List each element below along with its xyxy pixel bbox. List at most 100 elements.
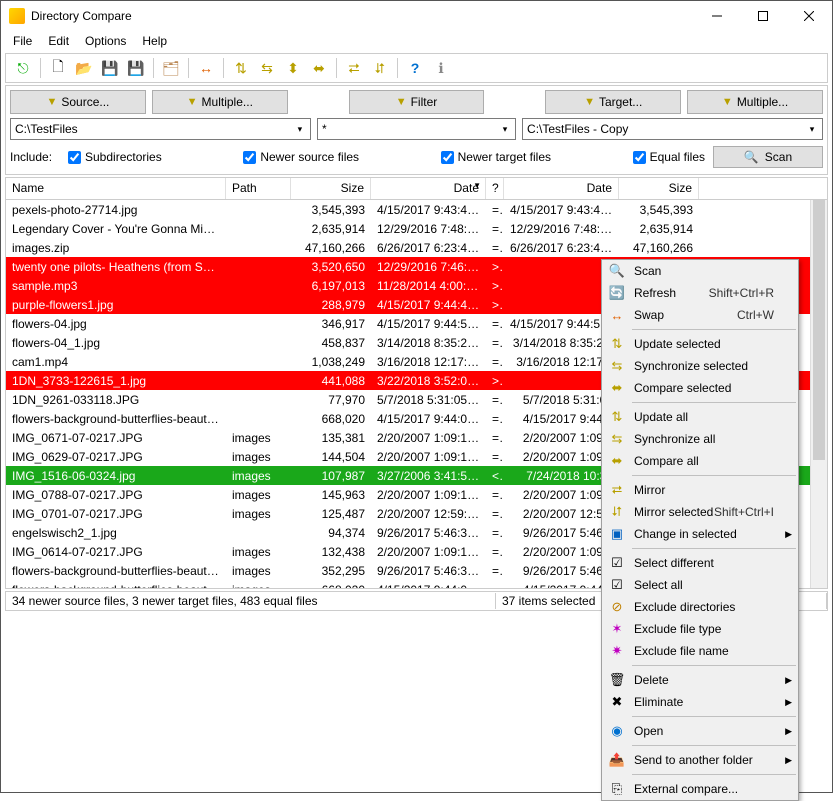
save-icon[interactable]: 💾 <box>99 57 121 79</box>
cm-eliminate[interactable]: ✖Eliminate▶ <box>602 691 798 713</box>
chevron-right-icon: ▶ <box>785 675 792 686</box>
chevron-down-icon[interactable]: ▾ <box>804 120 820 138</box>
menu-help[interactable]: Help <box>134 32 175 50</box>
menu-edit[interactable]: Edit <box>40 32 77 50</box>
col-size[interactable]: Size <box>291 178 371 199</box>
cm-update-all[interactable]: ⇅Update all <box>602 406 798 428</box>
select-all-icon: ☑ <box>606 577 628 593</box>
funnel-icon: ▼ <box>46 96 57 108</box>
col-date[interactable]: Date▼ <box>371 178 486 199</box>
update-icon[interactable]: ⇅ <box>230 57 252 79</box>
update-icon: ⇅ <box>606 336 628 352</box>
cm-change-selected[interactable]: ▣Change in selected▶ <box>602 523 798 545</box>
mirror-sel-icon: ⮃ <box>606 504 628 520</box>
vertical-scrollbar[interactable] <box>810 200 827 588</box>
magnifier-icon: 🔍 <box>606 263 628 279</box>
exclude-type-icon: ✶ <box>606 621 628 637</box>
cm-exclude-dirs[interactable]: ⊘Exclude directories <box>602 596 798 618</box>
cm-select-different[interactable]: ☑Select different <box>602 552 798 574</box>
table-row[interactable]: images.zip47,160,2666/26/2017 6:23:45 ..… <box>6 238 827 257</box>
new-icon[interactable]: 🗋 <box>47 57 69 79</box>
save-as-icon[interactable]: 💾 <box>125 57 147 79</box>
sync-all-icon[interactable]: ⬌ <box>308 57 330 79</box>
menu-options[interactable]: Options <box>77 32 134 50</box>
table-row[interactable]: Legendary Cover - You're Gonna Miss Me .… <box>6 219 827 238</box>
cm-compare-selected[interactable]: ⬌Compare selected <box>602 377 798 399</box>
col-compare[interactable]: ? <box>486 178 504 199</box>
send-icon: 📤 <box>606 752 628 768</box>
cm-sync-all[interactable]: ⇆Synchronize all <box>602 428 798 450</box>
subdirs-checkbox[interactable]: Subdirectories <box>68 150 162 164</box>
table-row[interactable]: pexels-photo-27714.jpg3,545,3934/15/2017… <box>6 200 827 219</box>
cm-external-compare[interactable]: ⎘External compare... <box>602 778 798 800</box>
maximize-button[interactable] <box>740 1 786 31</box>
info-icon[interactable]: ℹ <box>430 57 452 79</box>
target-button[interactable]: ▼Target... <box>545 90 681 114</box>
col-path[interactable]: Path <box>226 178 291 199</box>
open-icon[interactable]: 📂 <box>73 57 95 79</box>
chevron-right-icon: ▶ <box>785 529 792 540</box>
filter-input[interactable]: *▾ <box>317 118 516 140</box>
chevron-down-icon[interactable]: ▾ <box>497 120 513 138</box>
sort-desc-icon: ▼ <box>473 181 481 190</box>
chevron-down-icon[interactable]: ▾ <box>292 120 308 138</box>
cm-sync-selected[interactable]: ⇆Synchronize selected <box>602 355 798 377</box>
mirror-icon: ⮂ <box>606 482 628 498</box>
target-path-input[interactable]: C:\TestFiles - Copy▾ <box>522 118 823 140</box>
sync-all-icon: ⇆ <box>606 431 628 447</box>
cm-exclude-type[interactable]: ✶Exclude file type <box>602 618 798 640</box>
col-name[interactable]: Name <box>6 178 226 199</box>
cm-compare-all[interactable]: ⬌Compare all <box>602 450 798 472</box>
cm-select-all[interactable]: ☑Select all <box>602 574 798 596</box>
cm-delete[interactable]: 🗑Delete▶ <box>602 669 798 691</box>
update-all-icon[interactable]: ⬍ <box>282 57 304 79</box>
window-title: Directory Compare <box>31 9 694 23</box>
col-size2[interactable]: Size <box>619 178 699 199</box>
trash-icon: 🗑 <box>606 672 628 688</box>
funnel-icon: ▼ <box>722 96 733 108</box>
cm-swap[interactable]: ↔SwapCtrl+W <box>602 304 798 326</box>
source-path-input[interactable]: C:\TestFiles▾ <box>10 118 311 140</box>
sync-icon[interactable]: ⇆ <box>256 57 278 79</box>
cm-mirror-selected[interactable]: ⮃Mirror selectedShift+Ctrl+I <box>602 501 798 523</box>
minimize-button[interactable] <box>694 1 740 31</box>
chevron-right-icon: ▶ <box>785 726 792 737</box>
exclude-name-icon: ✷ <box>606 643 628 659</box>
equal-files-checkbox[interactable]: Equal files <box>633 150 705 164</box>
col-date2[interactable]: Date <box>504 178 619 199</box>
cm-scan[interactable]: 🔍Scan <box>602 260 798 282</box>
toolbar-compare-icon[interactable]: ⎋ <box>12 57 34 79</box>
cm-refresh[interactable]: 🔄RefreshShift+Ctrl+R <box>602 282 798 304</box>
compare-icon: ⬌ <box>606 380 628 396</box>
mirror-icon[interactable]: ⮂ <box>343 57 365 79</box>
close-button[interactable] <box>786 1 832 31</box>
help-icon[interactable]: ? <box>404 57 426 79</box>
scan-button[interactable]: 🔍Scan <box>713 146 823 168</box>
swap-icon: ↔ <box>606 308 628 323</box>
properties-icon[interactable]: 🗂 <box>160 57 182 79</box>
multiple-target-button[interactable]: ▼Multiple... <box>687 90 823 114</box>
filter-button[interactable]: ▼Filter <box>349 90 485 114</box>
cm-exclude-name[interactable]: ✷Exclude file name <box>602 640 798 662</box>
magnifier-icon: 🔍 <box>744 150 759 164</box>
external-icon: ⎘ <box>606 781 628 797</box>
cm-update-selected[interactable]: ⇅Update selected <box>602 333 798 355</box>
source-button[interactable]: ▼Source... <box>10 90 146 114</box>
funnel-icon: ▼ <box>187 96 198 108</box>
include-label: Include: <box>10 150 60 164</box>
compare-all-icon: ⬌ <box>606 453 628 469</box>
cm-open[interactable]: ◉Open▶ <box>602 720 798 742</box>
select-diff-icon: ☑ <box>606 555 628 571</box>
multiple-source-button[interactable]: ▼Multiple... <box>152 90 288 114</box>
cm-mirror[interactable]: ⮂Mirror <box>602 479 798 501</box>
funnel-icon: ▼ <box>396 96 407 108</box>
swap-icon[interactable]: ↔ <box>195 57 217 79</box>
update-all-icon: ⇅ <box>606 409 628 425</box>
newer-target-checkbox[interactable]: Newer target files <box>441 150 551 164</box>
newer-source-checkbox[interactable]: Newer source files <box>243 150 359 164</box>
menu-file[interactable]: File <box>5 32 40 50</box>
cm-send-to[interactable]: 📤Send to another folder▶ <box>602 749 798 771</box>
scrollbar-thumb[interactable] <box>813 200 825 460</box>
context-menu: 🔍Scan 🔄RefreshShift+Ctrl+R ↔SwapCtrl+W ⇅… <box>601 259 799 801</box>
mirror-sel-icon[interactable]: ⮃ <box>369 57 391 79</box>
